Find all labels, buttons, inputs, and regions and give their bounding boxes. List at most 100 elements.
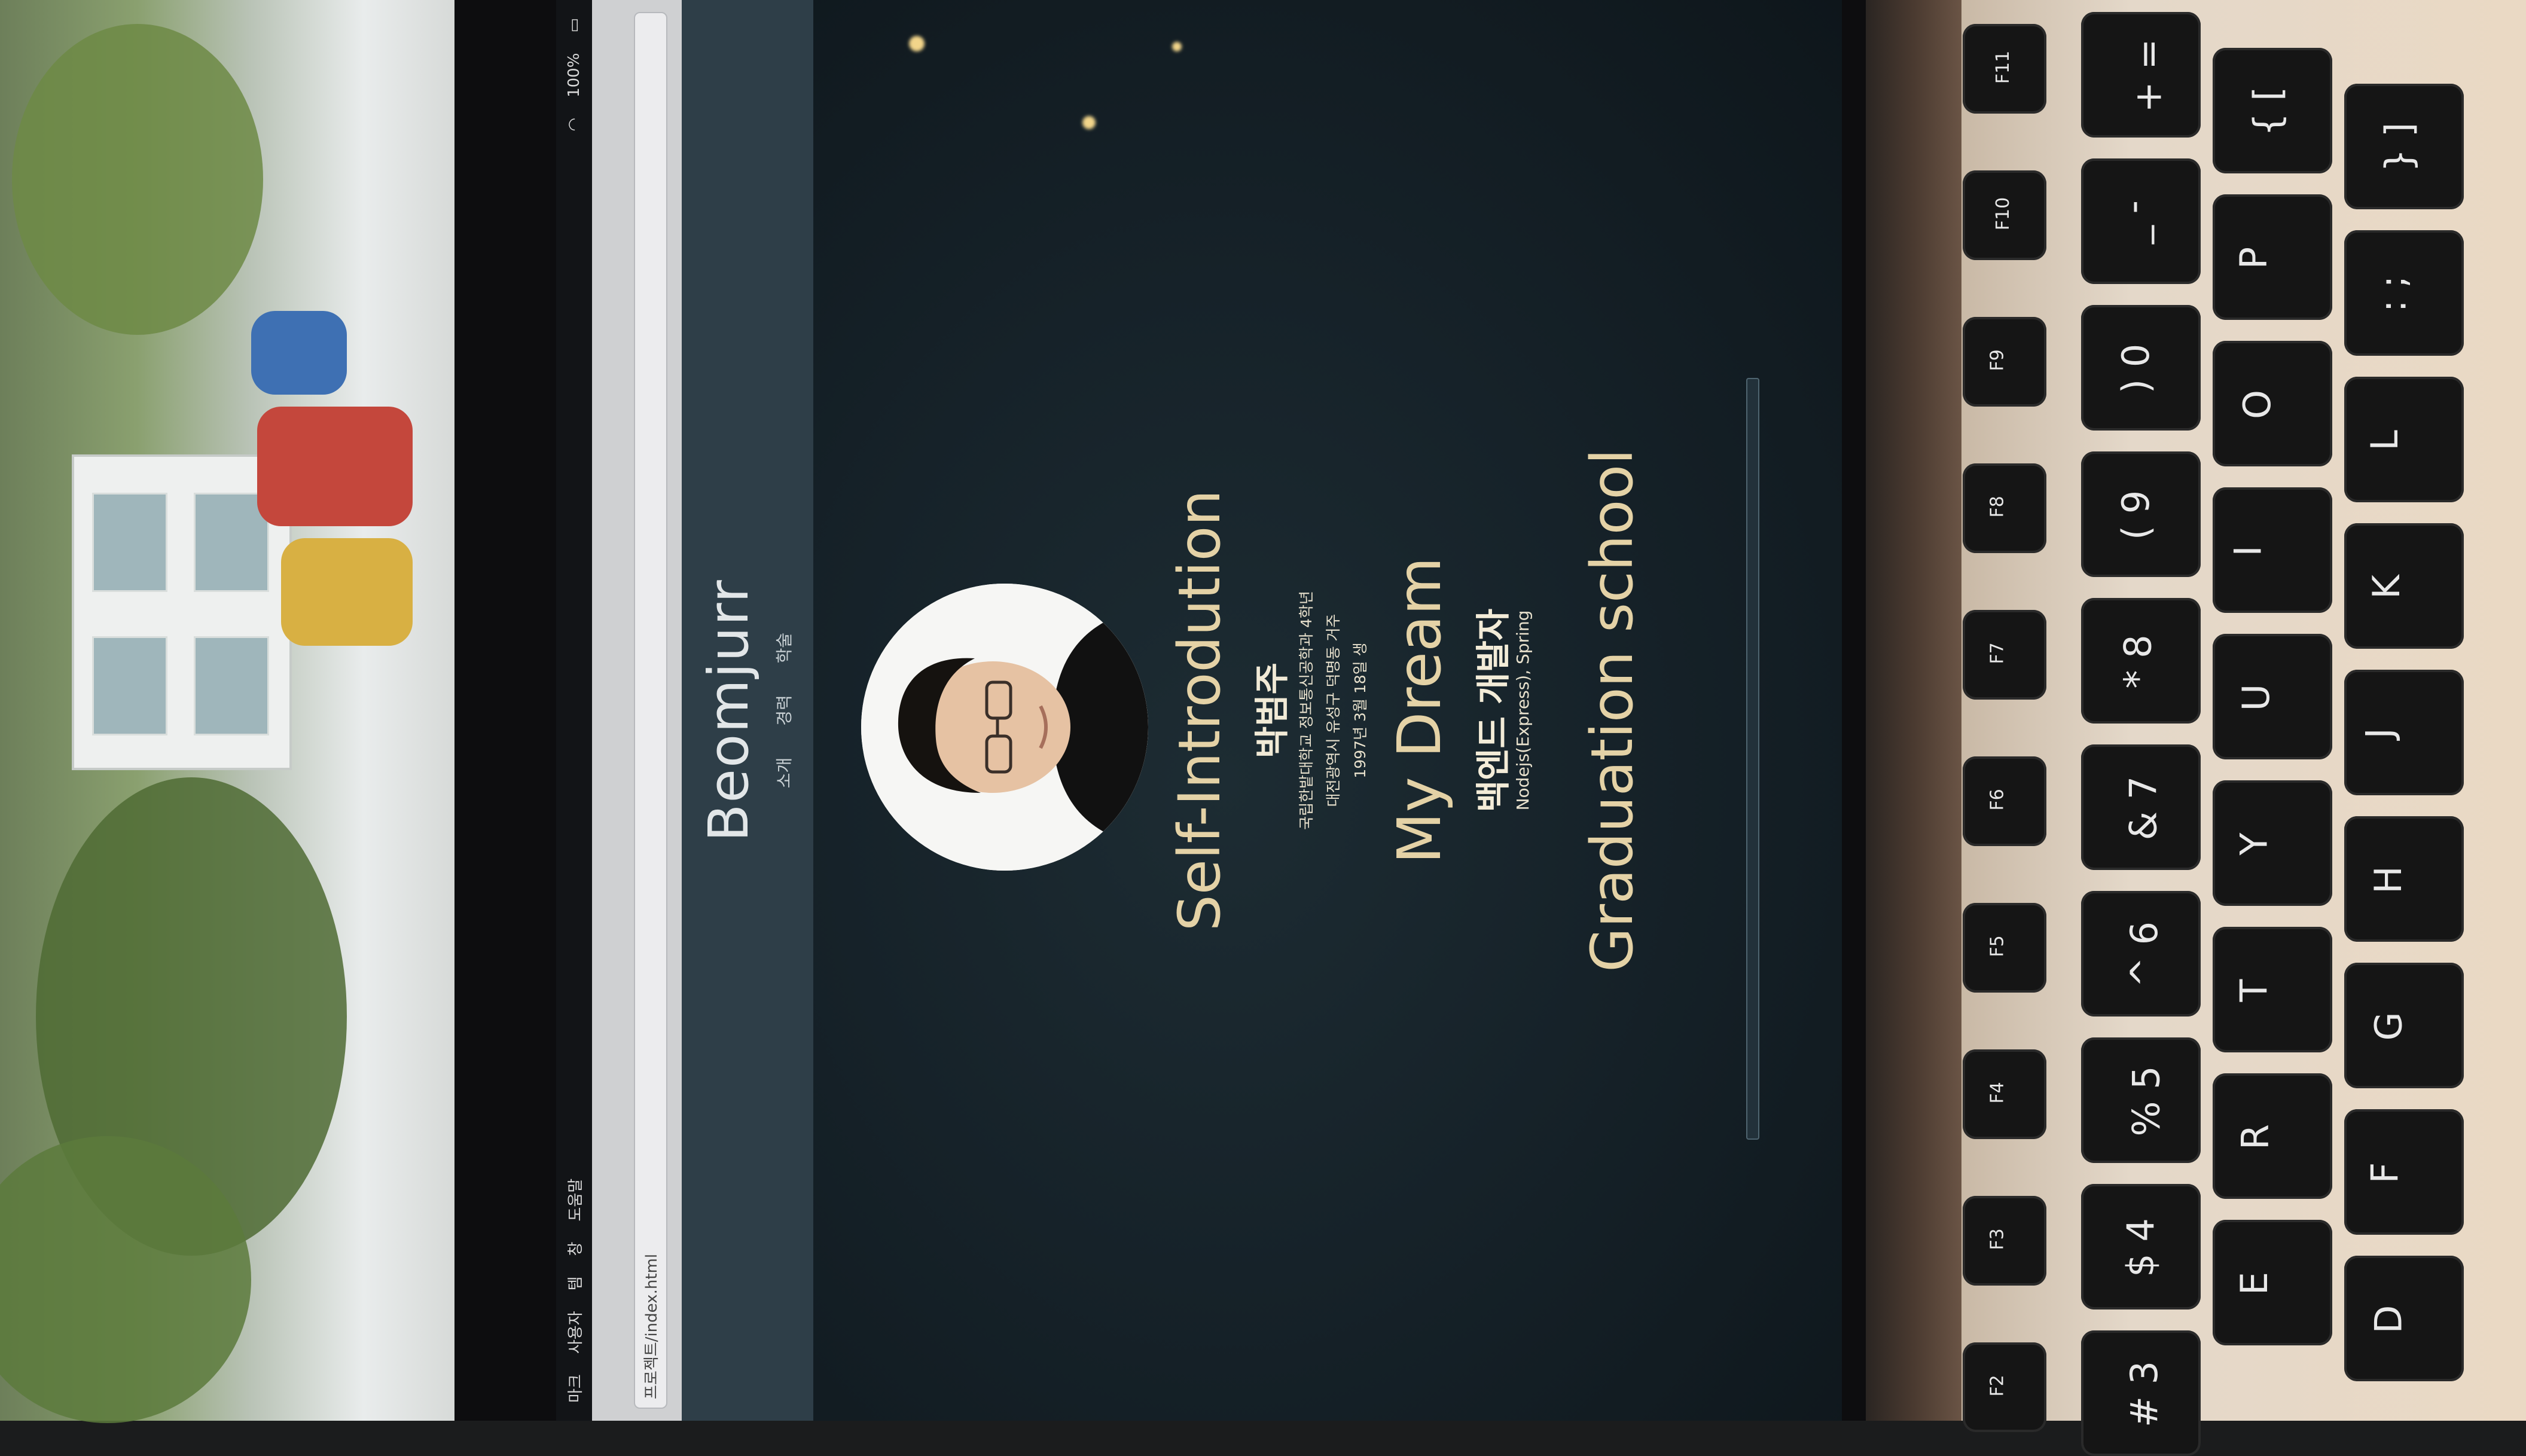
fn-key[interactable]: F7 <box>1963 610 2046 700</box>
page-body: Self-Introdution 박범주 국립한밭대학교 정보통신공학과 4학년… <box>813 0 1842 1421</box>
keyboard-key[interactable]: % 5 <box>2081 1037 2201 1163</box>
key-label: ( 9 <box>2114 490 2158 541</box>
key-label: $ 4 <box>2118 1218 2162 1277</box>
keyboard-key[interactable]: D <box>2344 1256 2464 1381</box>
keyboard-key[interactable]: _ - <box>2081 158 2201 284</box>
intro-line: 1997년 3월 18일 생 <box>1352 642 1369 779</box>
key-label: ^ 6 <box>2122 921 2167 988</box>
dream-heading: My Dream <box>1384 557 1454 864</box>
key-label: : ; <box>2371 275 2415 313</box>
keyboard-key[interactable]: * 8 <box>2081 598 2201 724</box>
keyboard-key[interactable]: { [ <box>2213 48 2332 173</box>
key-label: Y <box>2232 832 2276 856</box>
key-label: + = <box>2126 38 2170 113</box>
keyboard-key[interactable]: T <box>2213 927 2332 1052</box>
fn-key[interactable]: F2 <box>1963 1342 2046 1432</box>
keyboard-key[interactable]: H <box>2344 816 2464 942</box>
keyboard-key[interactable]: ^ 6 <box>2081 891 2201 1017</box>
fn-key[interactable]: F8 <box>1963 463 2046 553</box>
keyboard-key[interactable]: R <box>2213 1073 2332 1199</box>
fn-key[interactable]: F3 <box>1963 1196 2046 1286</box>
key-label: F5 <box>1987 935 2008 957</box>
keyboard-key[interactable]: E <box>2213 1220 2332 1345</box>
window <box>92 493 167 592</box>
intro-line: 국립한밭대학교 정보통신공학과 4학년 <box>1298 591 1315 830</box>
key-label: & 7 <box>2121 776 2165 841</box>
key-label: F4 <box>1987 1082 2008 1104</box>
keyboard-key[interactable]: L <box>2344 377 2464 502</box>
nav-intro[interactable]: 소개 <box>774 758 794 789</box>
keyboard-key[interactable]: J <box>2344 670 2464 795</box>
keyboard-key[interactable]: U <box>2213 634 2332 759</box>
keyboard-key[interactable]: ) 0 <box>2081 305 2201 431</box>
window <box>92 636 167 735</box>
keyboard-key[interactable]: ( 9 <box>2081 451 2201 577</box>
keyboard-key[interactable]: } ] <box>2344 84 2464 209</box>
keyboard-key[interactable]: : ; <box>2344 230 2464 356</box>
keyboard-key[interactable]: $ 4 <box>2081 1184 2201 1310</box>
key-label: F2 <box>1987 1375 2008 1397</box>
key-label: ) 0 <box>2114 343 2158 394</box>
fn-key[interactable]: F10 <box>1963 170 2046 260</box>
fn-key[interactable]: F6 <box>1963 756 2046 846</box>
window <box>194 636 269 735</box>
key-label: O <box>2235 390 2279 419</box>
key-label: F8 <box>1987 496 2008 518</box>
fn-key[interactable]: F11 <box>1963 24 2046 114</box>
keyboard-key[interactable]: K <box>2344 523 2464 649</box>
fn-key[interactable]: F4 <box>1963 1049 2046 1139</box>
key-label: } ] <box>2377 122 2421 173</box>
keyboard: F11 F10 F9 F8 F7 F6 F5 F4 F3 F2 + = { [ } ] _ - P : ; ) … <box>1961 0 2526 1456</box>
key-label: G <box>2366 1012 2411 1041</box>
key-label: % 5 <box>2124 1066 2168 1137</box>
keyboard-key[interactable]: I <box>2213 487 2332 613</box>
key-label: F10 <box>1993 197 2014 231</box>
horizontal-scrollbar[interactable] <box>1746 378 1759 1140</box>
keyboard-key[interactable]: # 3 <box>2081 1330 2201 1456</box>
intro-heading: Self-Introdution <box>1166 489 1233 932</box>
fn-key[interactable]: F9 <box>1963 317 2046 407</box>
dream-role: 백엔드 개발자 <box>1473 608 1514 813</box>
menu-item[interactable]: 도움말 <box>563 1179 585 1222</box>
site-nav: 소개 경력 학술 <box>771 0 795 1421</box>
fn-key[interactable]: F5 <box>1963 903 2046 993</box>
battery-icon[interactable]: ▭ <box>565 18 583 33</box>
menu-item[interactable]: 템 <box>563 1276 585 1290</box>
key-label: _ - <box>2111 200 2155 245</box>
address-bar[interactable]: 프로젝트/index.html <box>634 12 667 1409</box>
key-label: F6 <box>1987 789 2008 811</box>
key-label: D <box>2366 1305 2411 1334</box>
intro-name: 박범주 <box>1252 662 1292 759</box>
keyboard-key[interactable]: F <box>2344 1109 2464 1235</box>
keyboard-key[interactable]: O <box>2213 341 2332 466</box>
battery-status[interactable]: 100% <box>565 53 583 97</box>
key-label: H <box>2366 866 2410 894</box>
keyboard-key[interactable]: G <box>2344 963 2464 1088</box>
keyboard-key[interactable]: & 7 <box>2081 744 2201 870</box>
playground-structure <box>257 407 413 526</box>
nav-academic[interactable]: 학술 <box>774 633 794 664</box>
menu-item[interactable]: 창 <box>563 1242 585 1256</box>
key-label: E <box>2232 1271 2277 1296</box>
key-label: F <box>2363 1162 2407 1184</box>
wifi-icon[interactable]: ◠ <box>565 118 583 132</box>
menu-item[interactable]: 마크 <box>563 1374 585 1403</box>
browser-toolbar: 프로젝트/index.html <box>592 0 684 1421</box>
key-label: J <box>2357 728 2402 739</box>
playground-structure <box>251 311 347 395</box>
site-brand[interactable]: Beomjurr <box>697 0 761 1421</box>
dream-stack: Nodejs(Express), Spring <box>1513 610 1533 811</box>
outdoor-background <box>0 0 454 1423</box>
photo-scene: 마크 사용자 템 창 도움말 ◠ 100% ▭ 프로젝트/index.html … <box>0 0 2526 1456</box>
key-label: F11 <box>1993 50 2014 84</box>
key-label: # 3 <box>2122 1360 2167 1428</box>
profile-photo <box>861 584 1148 871</box>
keyboard-key[interactable]: P <box>2213 194 2332 320</box>
keyboard-key[interactable]: + = <box>2081 12 2201 138</box>
key-label: R <box>2234 1124 2278 1150</box>
nav-career[interactable]: 경력 <box>774 695 794 726</box>
key-label: F9 <box>1987 349 2008 371</box>
keyboard-key[interactable]: Y <box>2213 780 2332 906</box>
menu-item[interactable]: 사용자 <box>563 1311 585 1354</box>
tree <box>12 24 263 335</box>
